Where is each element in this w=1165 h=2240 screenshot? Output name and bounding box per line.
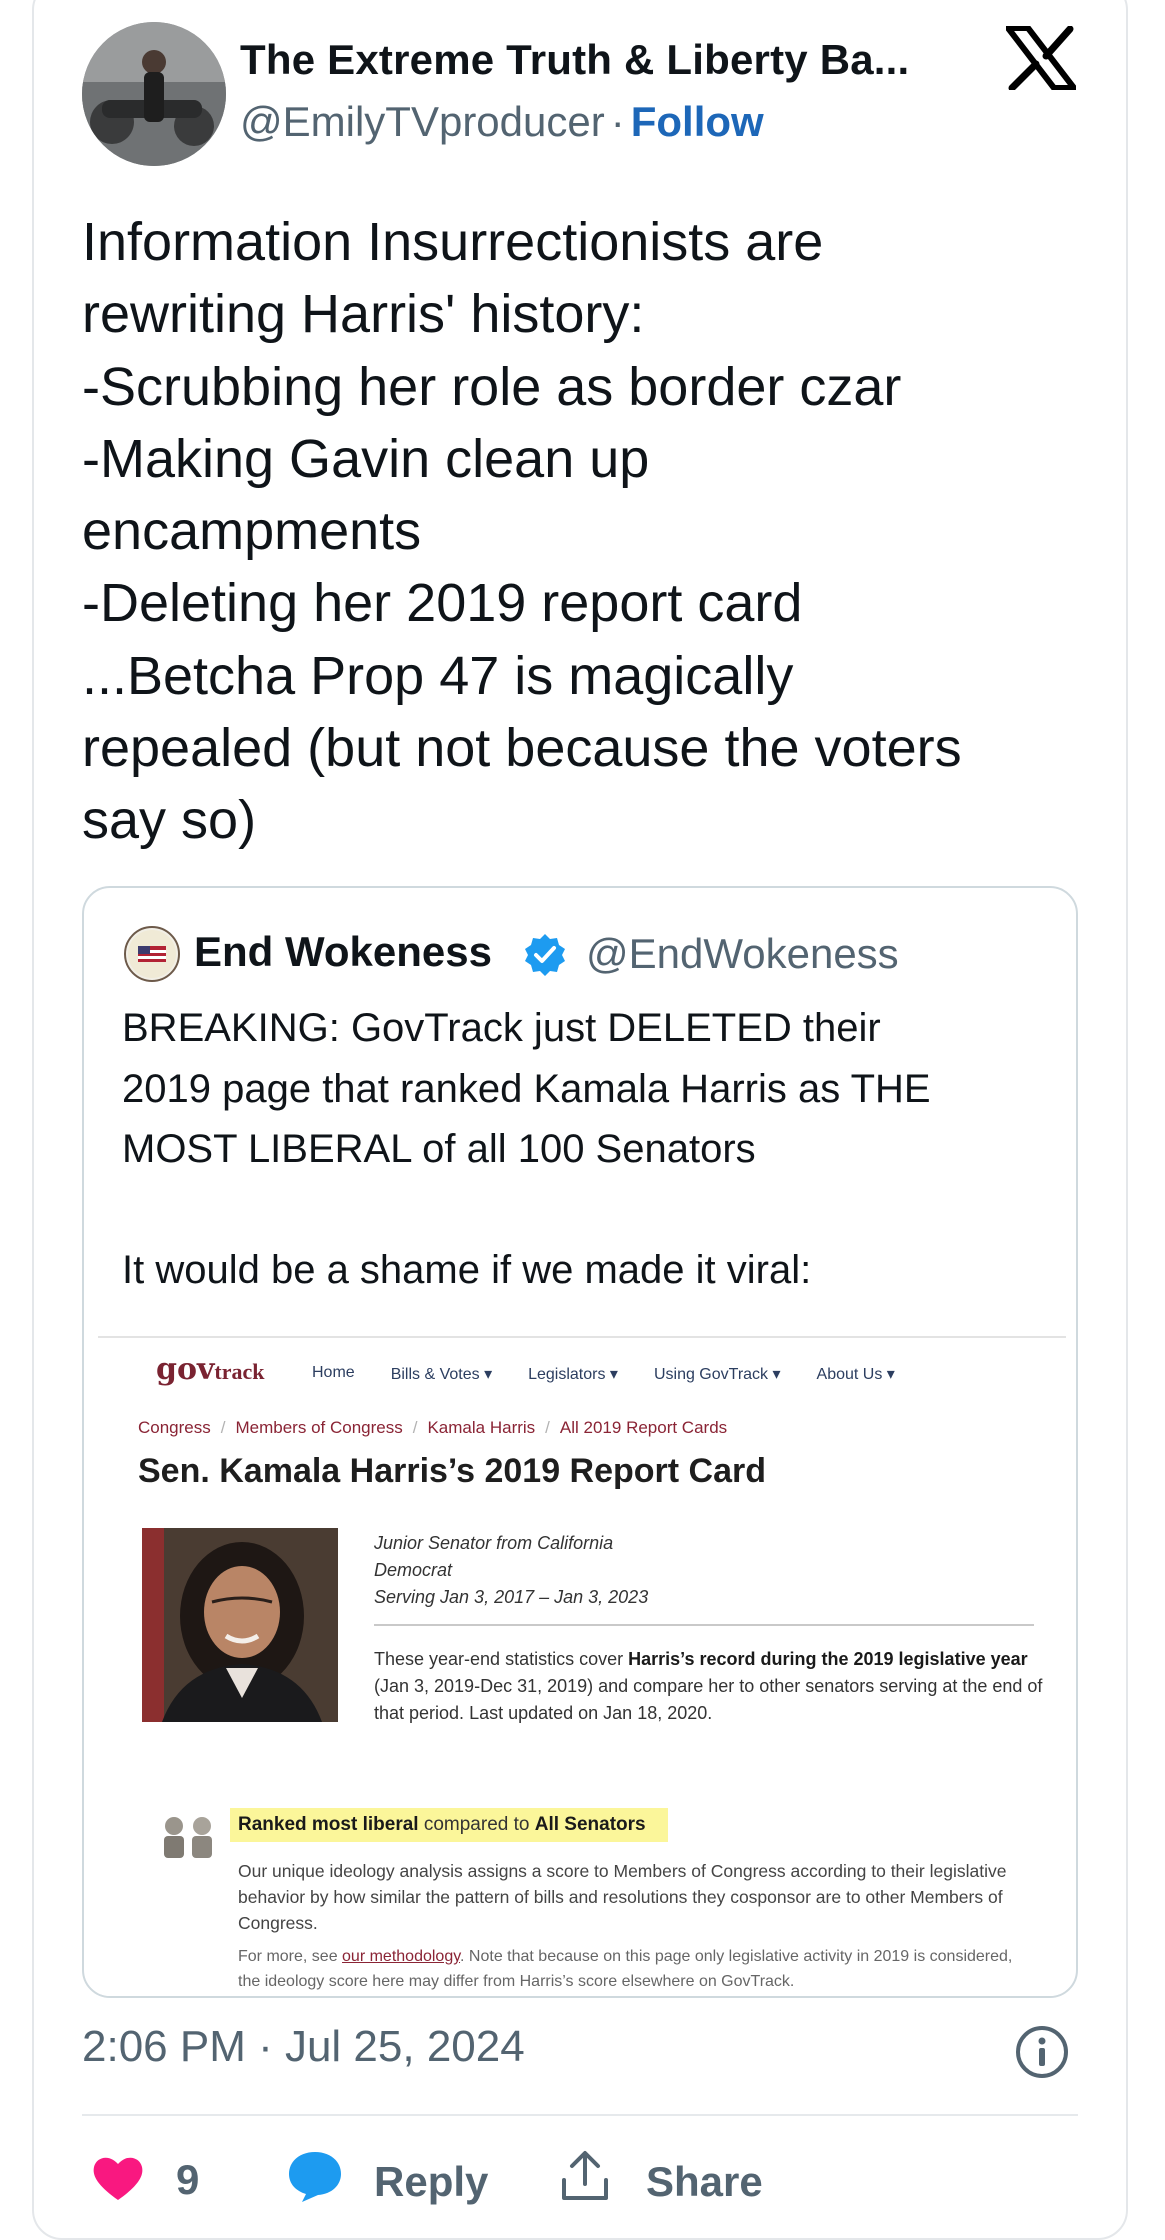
report-intro: These year-end statistics cover Harris’s… xyxy=(374,1649,1043,1723)
govtrack-nav-item: Home xyxy=(312,1364,355,1381)
post-text: Information Insurrectionists are rewriti… xyxy=(82,212,962,851)
separator-dot: · xyxy=(610,98,625,145)
quoted-author-avatar[interactable] xyxy=(124,926,180,982)
govtrack-logo: govtrack xyxy=(156,1352,265,1387)
ideology-portraits-icon xyxy=(164,1817,212,1858)
x-logo-icon[interactable] xyxy=(1006,26,1076,90)
author-handle-line: @EmilyTVproducer · Follow xyxy=(240,98,764,146)
quoted-author-name[interactable]: End Wokeness xyxy=(194,928,492,976)
follow-button[interactable]: Follow xyxy=(631,98,764,145)
quoted-post[interactable]: End Wokeness @EndWokeness BREAKING: GovT… xyxy=(82,886,1078,1998)
methodology-note: For more, see our methodology. Note that… xyxy=(238,1948,1013,1990)
quoted-post-text: BREAKING: GovTrack just DELETED their 20… xyxy=(122,1006,931,1292)
ideology-description: Our unique ideology analysis assigns a s… xyxy=(238,1861,1007,1933)
govtrack-nav: Home Bills & Votes ▾ Legislators ▾ Using… xyxy=(312,1364,895,1384)
share-icon[interactable] xyxy=(560,2148,610,2204)
share-button[interactable]: Share xyxy=(646,2158,763,2206)
actions-divider xyxy=(82,2114,1078,2116)
like-count: 9 xyxy=(176,2156,200,2203)
info-icon[interactable] xyxy=(1014,2024,1070,2080)
verified-badge-icon xyxy=(525,934,565,976)
author-handle[interactable]: @EmilyTVproducer xyxy=(240,98,605,145)
govtrack-page-title: Sen. Kamala Harris’s 2019 Report Card xyxy=(138,1452,767,1490)
reply-bubble-icon[interactable] xyxy=(286,2148,344,2204)
govtrack-nav-item: Bills & Votes ▾ xyxy=(390,1366,493,1383)
post-timestamp[interactable]: 2:06 PM · Jul 25, 2024 xyxy=(82,2022,525,2072)
quoted-media-screenshot[interactable]: govtrack Home Bills & Votes ▾ Legislator… xyxy=(98,1336,1066,1996)
senator-info: Junior Senator from California Democrat … xyxy=(374,1533,649,1607)
govtrack-nav-item: Legislators ▾ xyxy=(528,1366,618,1383)
govtrack-nav-item: Using GovTrack ▾ xyxy=(653,1366,781,1383)
quoted-author-handle[interactable]: @EndWokeness xyxy=(586,930,899,978)
heart-icon[interactable] xyxy=(92,2154,144,2202)
govtrack-nav-item: About Us ▾ xyxy=(816,1366,895,1383)
ranked-most-liberal-highlight: Ranked most liberal compared to All Sena… xyxy=(230,1808,668,1842)
divider xyxy=(374,1624,1034,1626)
senator-photo xyxy=(142,1528,338,1722)
reply-button[interactable]: Reply xyxy=(374,2158,488,2206)
author-name[interactable]: The Extreme Truth & Liberty Ba... xyxy=(240,36,909,84)
author-avatar[interactable] xyxy=(82,22,226,166)
govtrack-breadcrumb: Congress / Members of Congress / Kamala Harr… xyxy=(138,1418,728,1437)
